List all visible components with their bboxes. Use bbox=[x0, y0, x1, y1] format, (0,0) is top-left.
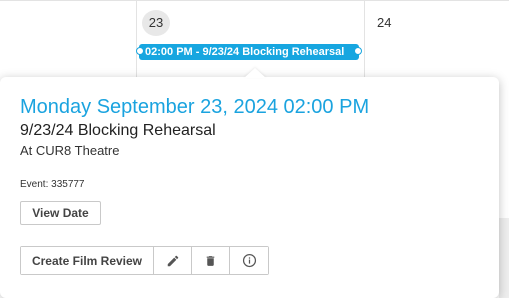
event-title: 9/23/24 Blocking Rehearsal bbox=[20, 122, 216, 139]
edit-button[interactable] bbox=[154, 247, 192, 274]
view-date-button[interactable]: View Date bbox=[20, 201, 101, 225]
calendar-event-pill[interactable]: 02:00 PM - 9/23/24 Blocking Rehearsal bbox=[139, 44, 359, 60]
trash-icon bbox=[204, 254, 217, 268]
event-id: Event: 335777 bbox=[20, 179, 85, 190]
event-date-time: Monday September 23, 2024 02:00 PM bbox=[20, 96, 370, 118]
scrollbar-track[interactable] bbox=[499, 218, 509, 298]
pencil-icon bbox=[166, 254, 180, 268]
day-number-24[interactable]: 24 bbox=[377, 15, 391, 30]
event-resize-handle-right[interactable] bbox=[354, 47, 362, 55]
event-popover: Monday September 23, 2024 02:00 PM 9/23/… bbox=[0, 68, 499, 298]
delete-button[interactable] bbox=[192, 247, 230, 274]
day-number-23[interactable]: 23 bbox=[142, 10, 170, 36]
event-resize-handle-left[interactable] bbox=[136, 47, 144, 55]
info-button[interactable] bbox=[230, 247, 268, 274]
event-action-group: Create Film Review bbox=[20, 246, 269, 275]
create-film-review-button[interactable]: Create Film Review bbox=[21, 247, 154, 274]
info-icon bbox=[242, 253, 257, 268]
popover-caret bbox=[244, 68, 266, 78]
event-location: At CUR8 Theatre bbox=[20, 143, 120, 158]
